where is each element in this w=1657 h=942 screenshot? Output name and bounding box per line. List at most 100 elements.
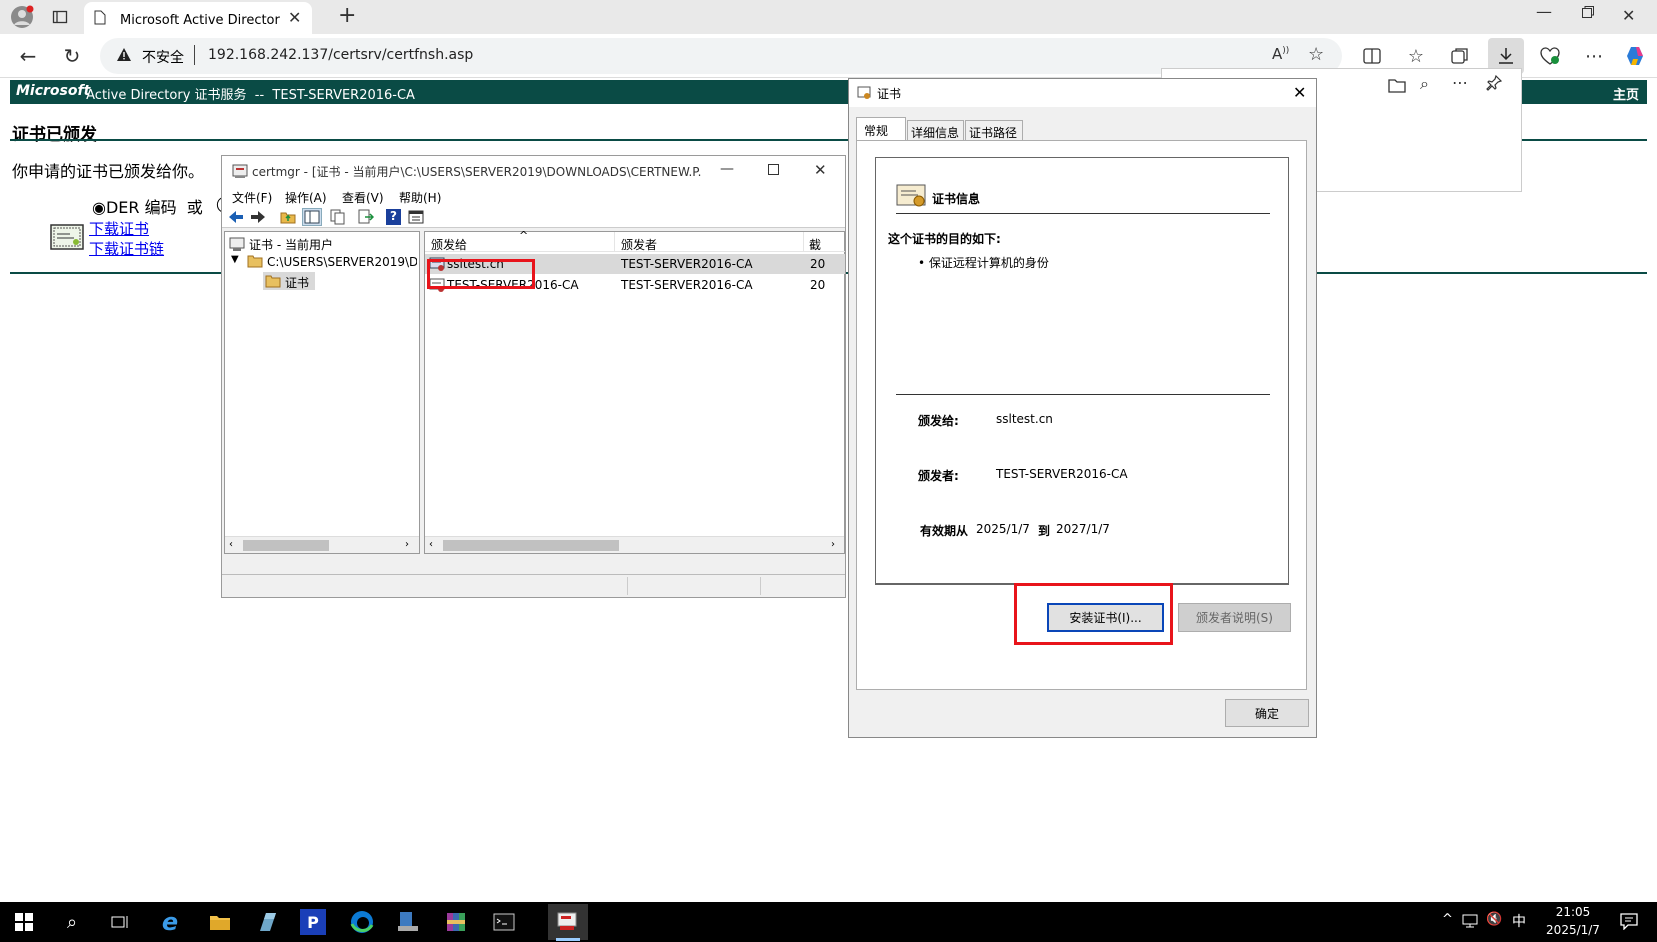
copilot-icon[interactable] — [1620, 40, 1652, 72]
archive-tool-icon[interactable] — [440, 908, 472, 936]
tab-actions-icon[interactable] — [44, 1, 76, 33]
tree-folder-icon — [247, 254, 263, 268]
read-aloud-icon[interactable]: A)) — [1272, 45, 1289, 63]
toolbar-export-icon[interactable] — [358, 209, 374, 225]
notification-icon[interactable] — [1620, 912, 1638, 930]
cert-store-icon — [229, 236, 245, 252]
col-issued-by[interactable]: 颁发者 — [621, 236, 657, 253]
search-downloads-icon[interactable]: ⌕ — [1420, 74, 1429, 94]
task-view-icon[interactable] — [104, 908, 136, 936]
clock-date[interactable]: 2025/1/7 — [1540, 923, 1606, 937]
menu-help[interactable]: 帮助(H) — [399, 189, 441, 206]
tree-root[interactable]: 证书 - 当前用户 — [249, 236, 333, 253]
tab-details[interactable]: 详细信息 — [907, 120, 964, 141]
col-issued-to[interactable]: 颁发给 — [431, 236, 467, 253]
download-chain-link[interactable]: 下载证书链 — [89, 238, 164, 259]
open-folder-icon[interactable] — [1388, 77, 1406, 93]
close-window-icon[interactable]: ✕ — [1622, 6, 1635, 25]
profile-avatar-icon[interactable] — [6, 1, 38, 33]
downloads-more-icon[interactable]: ⋯ — [1452, 73, 1468, 92]
search-icon[interactable]: ⌕ — [56, 908, 88, 936]
download-cert-link[interactable]: 下载证书 — [89, 218, 149, 239]
tab-cert-path[interactable]: 证书路径 — [965, 120, 1023, 141]
url-text[interactable]: 192.168.242.137/certsrv/certfnsh.asp — [208, 47, 473, 63]
certmgr-toolbar: ? — [222, 206, 845, 228]
cmd-icon[interactable] — [488, 908, 520, 936]
tree-selected-node[interactable]: 证书 — [263, 272, 315, 290]
cert-info-icon — [896, 182, 926, 210]
list-hscrollbar[interactable]: ‹ › — [425, 536, 844, 553]
browser-essentials-icon[interactable] — [1534, 40, 1566, 72]
menu-view[interactable]: 查看(V) — [342, 189, 384, 206]
scroll-right-icon[interactable]: › — [405, 539, 409, 550]
col-divider[interactable] — [614, 232, 615, 252]
tree-folder[interactable]: C:\USERS\SERVER2019\DC — [267, 255, 417, 269]
scroll-left-icon[interactable]: ‹ — [229, 539, 233, 550]
volume-muted-icon[interactable]: 🔇 — [1486, 912, 1502, 927]
toolbar-help-icon[interactable]: ? — [386, 209, 401, 225]
tab-cert-path-label: 证书路径 — [969, 126, 1018, 140]
col-expiration[interactable]: 截 — [809, 236, 821, 253]
start-icon[interactable] — [8, 908, 40, 936]
edge-icon[interactable] — [346, 908, 378, 936]
network-icon[interactable] — [1462, 913, 1480, 929]
toolbar-show-tree-icon[interactable] — [302, 208, 322, 226]
issuer-statement-button[interactable]: 颁发者说明(S) — [1178, 603, 1291, 632]
ime-indicator[interactable]: 中 — [1512, 911, 1526, 931]
windows-taskbar: ⌕ e P ^ 🔇 中 21:05 2025/1/7 — [0, 902, 1657, 942]
pin-icon[interactable] — [1486, 75, 1502, 91]
more-icon[interactable]: ⋯ — [1578, 40, 1610, 72]
row-expiration: 20 — [810, 257, 826, 271]
ie-icon[interactable]: e — [154, 908, 186, 936]
col-divider-2[interactable] — [803, 232, 804, 252]
network-tool-icon[interactable] — [392, 908, 424, 936]
menu-action[interactable]: 操作(A) — [285, 189, 327, 206]
clock-time[interactable]: 21:05 — [1553, 905, 1593, 919]
tray-chevron-icon[interactable]: ^ — [1442, 912, 1453, 927]
tree-expand-icon[interactable]: ▼ — [231, 254, 239, 265]
address-bar[interactable]: 不安全 192.168.242.137/certsrv/certfnsh.asp… — [100, 38, 1342, 74]
file-explorer-icon[interactable] — [204, 908, 236, 936]
purpose-heading: 这个证书的目的如下: — [888, 232, 1001, 246]
toolbar-properties-icon[interactable] — [408, 209, 424, 225]
cert-info-title: 证书信息 — [932, 192, 981, 206]
favorite-star-icon[interactable]: ☆ — [1308, 44, 1324, 65]
ok-button[interactable]: 确定 — [1225, 699, 1309, 727]
back-icon[interactable]: ← — [12, 40, 44, 72]
toolbar-forward-icon[interactable] — [250, 210, 266, 224]
scroll-left-icon[interactable]: ‹ — [429, 539, 433, 550]
certmgr-menubar: 文件(F) 操作(A) 查看(V) 帮助(H) — [222, 186, 845, 206]
powershell-p-icon[interactable]: P — [300, 909, 326, 935]
sort-arrow-icon: ^ — [519, 229, 529, 242]
tab-general-label: 常规 — [864, 124, 889, 138]
certmgr-taskbar-icon[interactable] — [548, 904, 588, 940]
toolbar-back-icon[interactable] — [228, 210, 244, 224]
menu-file[interactable]: 文件(F) — [232, 189, 272, 206]
certmgr-window: certmgr - [证书 - 当前用户\C:\USERS\SERVER2019… — [221, 155, 846, 598]
restore-icon[interactable] — [1582, 6, 1594, 18]
dialog-close-icon[interactable]: ✕ — [1293, 83, 1306, 102]
tab-active[interactable]: Microsoft Active Directory 证书服 ✕ — [84, 2, 312, 34]
new-tab-icon[interactable]: + — [338, 3, 356, 28]
dialog-cert-icon — [857, 86, 871, 100]
certmgr-close-icon[interactable]: ✕ — [814, 161, 827, 179]
tab-details-label: 详细信息 — [911, 126, 960, 140]
toolbar-copy-icon[interactable] — [330, 209, 346, 225]
toolbar-up-folder-icon[interactable] — [280, 209, 296, 225]
tree-hscrollbar[interactable]: ‹ › — [225, 536, 419, 553]
minimize-icon[interactable]: — — [1536, 2, 1552, 21]
tree-scroll-thumb[interactable] — [243, 540, 329, 551]
home-link[interactable]: 主页 — [1613, 84, 1639, 103]
issued-message: 你申请的证书已颁发给你。 — [12, 162, 205, 181]
server-manager-icon[interactable] — [252, 908, 284, 936]
scroll-right-icon[interactable]: › — [831, 539, 835, 550]
der-encoding-option[interactable]: ◉DER 编码 或 — [92, 194, 203, 218]
close-tab-icon[interactable]: ✕ — [288, 8, 301, 27]
tab-general[interactable]: 常规 — [856, 117, 906, 141]
security-label[interactable]: 不安全 — [142, 47, 184, 67]
certmgr-maximize-icon[interactable] — [768, 164, 779, 175]
certmgr-minimize-icon[interactable]: — — [720, 161, 734, 177]
refresh-icon[interactable]: ↻ — [56, 40, 88, 72]
list-scroll-thumb[interactable] — [443, 540, 619, 551]
valid-to-value: 2027/1/7 — [1056, 522, 1110, 536]
